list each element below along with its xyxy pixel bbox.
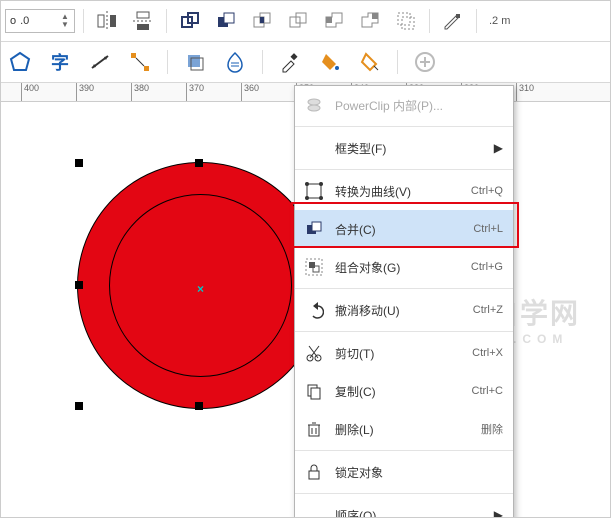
polygon-tool-button[interactable] <box>5 47 35 77</box>
selection-handle[interactable] <box>75 402 83 410</box>
degree-symbol: o <box>10 15 16 27</box>
dimension-tool-button[interactable] <box>85 47 115 77</box>
selection-handle[interactable] <box>75 281 83 289</box>
add-button[interactable] <box>410 47 440 77</box>
menu-item-shortcut: Ctrl+Q <box>471 185 503 197</box>
menu-item-group[interactable]: 组合对象(G) Ctrl+G <box>295 248 513 286</box>
selection-center-marker: × <box>197 282 204 296</box>
merge-icon <box>303 218 325 240</box>
intersect-button[interactable] <box>247 6 277 36</box>
ruler-tick: 400 <box>21 83 39 101</box>
menu-item-label: 合并(C) <box>335 221 463 238</box>
menu-item-convert-to-curve[interactable]: 转换为曲线(V) Ctrl+Q <box>295 172 513 210</box>
selection-handle[interactable] <box>195 402 203 410</box>
menu-item-shortcut: 删除 <box>481 421 503 437</box>
trim-button[interactable] <box>211 6 241 36</box>
submenu-arrow-icon: ▶ <box>494 141 503 155</box>
menu-item-undo-move[interactable]: 撤消移动(U) Ctrl+Z <box>295 291 513 329</box>
menu-item-label: 删除(L) <box>335 421 471 438</box>
ruler-tick: 390 <box>76 83 94 101</box>
menu-separator <box>295 288 513 289</box>
menu-separator <box>295 169 513 170</box>
outline-width-value: .2 m <box>489 15 510 27</box>
toolbar-top: o .0 ▲▼ .2 m <box>1 1 610 42</box>
menu-item-label: 锁定对象 <box>335 464 503 481</box>
menu-item-label: PowerClip 内部(P)... <box>335 97 503 114</box>
menu-separator <box>295 126 513 127</box>
blank-icon <box>303 137 325 159</box>
menu-item-shortcut: Ctrl+L <box>473 223 503 235</box>
outline-pen-button[interactable] <box>438 6 468 36</box>
menu-item-cut[interactable]: 剪切(T) Ctrl+X <box>295 334 513 372</box>
menu-separator <box>295 331 513 332</box>
fill-button[interactable] <box>315 47 345 77</box>
flip-vertical-button[interactable] <box>128 6 158 36</box>
submenu-arrow-icon: ▶ <box>494 508 503 518</box>
menu-item-shortcut: Ctrl+X <box>472 347 503 359</box>
menu-item-copy[interactable]: 复制(C) Ctrl+C <box>295 372 513 410</box>
separator <box>167 50 168 74</box>
ruler-tick: 310 <box>516 83 534 101</box>
back-minus-front-button[interactable] <box>355 6 385 36</box>
ruler-tick: 370 <box>186 83 204 101</box>
menu-item-label: 复制(C) <box>335 383 462 400</box>
context-menu: PowerClip 内部(P)... 框类型(F) ▶ 转换为曲线(V) Ctr… <box>294 85 514 518</box>
separator <box>166 9 167 33</box>
cut-icon <box>303 342 325 364</box>
simplify-button[interactable] <box>283 6 313 36</box>
menu-item-shortcut: Ctrl+C <box>472 385 503 397</box>
menu-item-label: 框类型(F) <box>335 140 484 157</box>
to-curve-icon <box>303 180 325 202</box>
transparency-button[interactable] <box>220 47 250 77</box>
separator <box>262 50 263 74</box>
eyedropper-button[interactable] <box>275 47 305 77</box>
powerclip-icon <box>303 94 325 116</box>
separator <box>397 50 398 74</box>
menu-item-powerclip[interactable]: PowerClip 内部(P)... <box>295 86 513 124</box>
weld-button[interactable] <box>175 6 205 36</box>
undo-icon <box>303 299 325 321</box>
menu-item-label: 组合对象(G) <box>335 259 461 276</box>
menu-item-lock[interactable]: 锁定对象 <box>295 453 513 491</box>
menu-item-frame-type[interactable]: 框类型(F) ▶ <box>295 129 513 167</box>
text-tool-button[interactable]: 字 <box>45 47 75 77</box>
rotation-input[interactable]: o .0 ▲▼ <box>5 9 75 33</box>
separator <box>83 9 84 33</box>
selection-handle[interactable] <box>75 159 83 167</box>
separator <box>429 9 430 33</box>
menu-item-label: 顺序(O) <box>335 507 484 518</box>
ruler-tick: 360 <box>241 83 259 101</box>
flip-horizontal-button[interactable] <box>92 6 122 36</box>
menu-item-order[interactable]: 顺序(O) ▶ <box>295 496 513 518</box>
group-icon <box>303 256 325 278</box>
drop-shadow-button[interactable] <box>180 47 210 77</box>
selection-handle[interactable] <box>195 159 203 167</box>
spinner[interactable]: ▲▼ <box>60 13 70 29</box>
trash-icon <box>303 418 325 440</box>
menu-separator <box>295 450 513 451</box>
lock-icon <box>303 461 325 483</box>
blank-icon <box>303 504 325 518</box>
menu-separator <box>295 493 513 494</box>
separator <box>476 9 477 33</box>
connector-tool-button[interactable] <box>125 47 155 77</box>
menu-item-label: 撤消移动(U) <box>335 302 463 319</box>
app-window: { "toolbar1": { "value_box": ".0", "righ… <box>0 0 611 518</box>
menu-item-delete[interactable]: 删除(L) 删除 <box>295 410 513 448</box>
menu-item-label: 剪切(T) <box>335 345 462 362</box>
menu-item-shortcut: Ctrl+Z <box>473 304 503 316</box>
copy-icon <box>303 380 325 402</box>
boundary-button[interactable] <box>391 6 421 36</box>
smart-fill-button[interactable] <box>355 47 385 77</box>
rotation-value: .0 <box>20 15 29 27</box>
menu-item-merge[interactable]: 合并(C) Ctrl+L <box>295 210 513 248</box>
front-minus-back-button[interactable] <box>319 6 349 36</box>
toolbar-second: 字 <box>1 42 610 83</box>
menu-item-label: 转换为曲线(V) <box>335 183 461 200</box>
ruler-tick: 380 <box>131 83 149 101</box>
menu-item-shortcut: Ctrl+G <box>471 261 503 273</box>
